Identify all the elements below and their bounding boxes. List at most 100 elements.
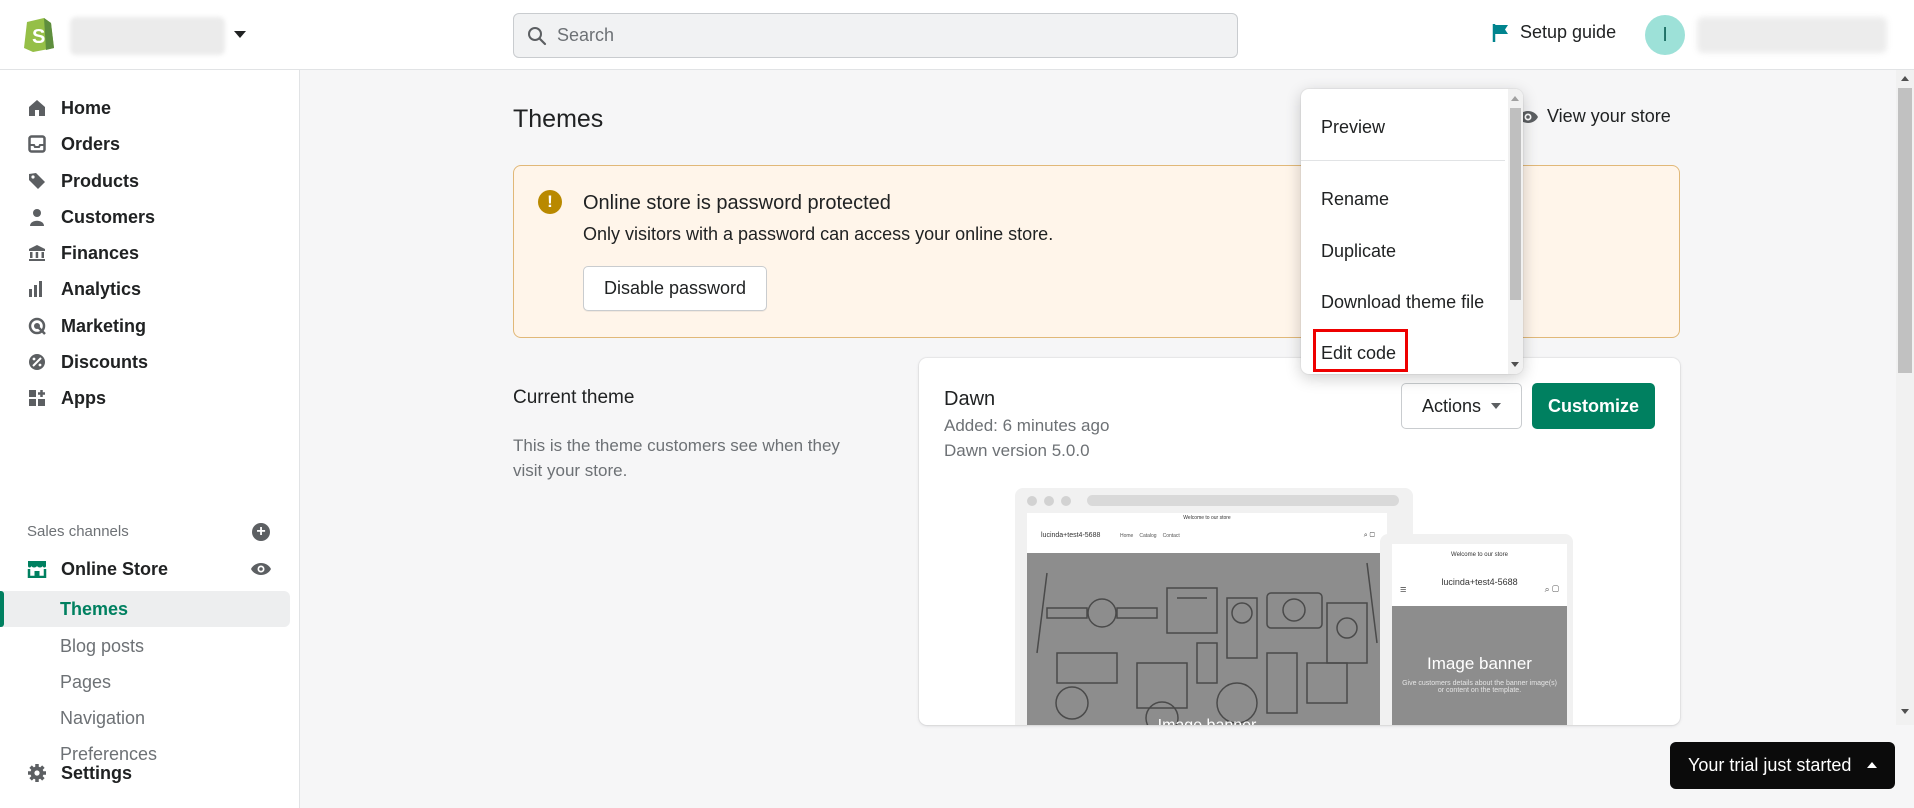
gear-icon <box>27 763 47 783</box>
menu-item-preview[interactable]: Preview <box>1321 117 1385 138</box>
scroll-down-arrow-icon[interactable] <box>1511 362 1519 367</box>
menu-item-rename[interactable]: Rename <box>1321 189 1389 210</box>
scroll-up-arrow-icon[interactable] <box>1901 76 1909 81</box>
sidebar-item-blog-posts[interactable]: Blog posts <box>60 631 144 661</box>
sidebar-item-label: Discounts <box>61 351 149 372</box>
setup-guide-link[interactable]: Setup guide <box>1492 22 1616 43</box>
hamburger-menu-icon: ≡ <box>1400 584 1407 596</box>
discount-icon <box>27 352 47 372</box>
theme-version: Dawn version 5.0.0 <box>944 441 1090 460</box>
theme-name: Dawn <box>944 388 996 410</box>
preview-store-name: lucinda+test4-5688 <box>1041 532 1101 539</box>
sidebar-item-apps[interactable]: Apps <box>27 383 106 413</box>
banner-illustration <box>1036 562 1378 725</box>
tag-icon <box>27 171 47 191</box>
search-input[interactable] <box>557 25 1157 46</box>
sidebar-item-label: Finances <box>61 242 140 263</box>
preview-image-banner: Image banner <box>1027 553 1387 725</box>
sidebar-item-marketing[interactable]: Marketing <box>27 311 146 341</box>
actions-button[interactable]: Actions <box>1401 383 1522 429</box>
sidebar-item-label: Analytics <box>61 278 142 299</box>
browser-dots <box>1027 496 1071 506</box>
mobile-image-banner: Image banner Give customers details abou… <box>1392 606 1567 725</box>
preview-link: Catalog <box>1139 533 1157 539</box>
sidebar-item-label: Products <box>61 170 140 191</box>
sidebar-active-indicator <box>0 591 4 627</box>
sidebar-item-label: Marketing <box>61 315 147 336</box>
shopify-logo[interactable]: S <box>22 14 56 52</box>
home-icon <box>27 98 47 118</box>
store-name-redacted[interactable] <box>70 17 225 55</box>
setup-guide-label: Setup guide <box>1520 22 1617 42</box>
user-name-redacted[interactable] <box>1697 17 1887 53</box>
theme-added: Added: 6 minutes ago <box>944 416 1110 435</box>
banner-text: Only visitors with a password can access… <box>583 224 1054 244</box>
bank-icon <box>27 243 47 263</box>
svg-text:S: S <box>32 26 45 48</box>
sidebar-item-navigation[interactable]: Navigation <box>60 703 145 733</box>
menu-item-duplicate[interactable]: Duplicate <box>1321 241 1396 262</box>
sidebar-item-analytics[interactable]: Analytics <box>27 274 141 304</box>
add-sales-channel-plus-icon[interactable]: + <box>252 523 270 541</box>
page-scrollbar-thumb[interactable] <box>1898 88 1912 373</box>
image-banner-label: Image banner <box>1027 717 1387 725</box>
desktop-preview-page: Welcome to our store lucinda+test4-5688 … <box>1027 513 1387 725</box>
sidebar-item-pages[interactable]: Pages <box>60 667 111 697</box>
mobile-banner-subtext: Give customers details about the banner … <box>1402 680 1557 694</box>
actions-label: Actions <box>1421 395 1482 416</box>
mobile-announcement: Welcome to our store <box>1451 552 1508 558</box>
sidebar-item-customers[interactable]: Customers <box>27 202 155 232</box>
apps-icon <box>27 388 47 408</box>
preview-announcement: Welcome to our store <box>1183 515 1231 521</box>
sidebar-item-label: Apps <box>61 387 106 408</box>
mobile-preview-page: Welcome to our store ≡ lucinda+test4-568… <box>1392 544 1567 725</box>
top-bar: S Setup guide I <box>0 0 1914 70</box>
chevron-down-icon <box>1491 403 1502 409</box>
mobile-preview[interactable]: Welcome to our store ≡ lucinda+test4-568… <box>1380 534 1573 725</box>
preview-nav-links: Home Catalog Contact <box>1120 533 1180 539</box>
sidebar-item-discounts[interactable]: Discounts <box>27 347 148 377</box>
preview-link: Home <box>1120 533 1134 539</box>
sidebar-item-settings[interactable]: Settings <box>27 758 132 788</box>
sidebar: Home Orders Products Customers Finances … <box>0 70 300 808</box>
scroll-up-arrow-icon[interactable] <box>1511 96 1519 101</box>
store-switcher-caret-icon[interactable] <box>234 31 246 38</box>
preview-header-icons: ⌕ ▢ <box>1363 532 1375 539</box>
menu-item-download-theme-file[interactable]: Download theme file <box>1321 292 1484 313</box>
menu-divider <box>1301 160 1505 161</box>
current-theme-description: This is the theme customers see when the… <box>513 436 840 480</box>
view-store-label: View your store <box>1547 106 1671 126</box>
sales-channels-heading: Sales channels <box>27 523 129 540</box>
trial-label: Your trial just started <box>1688 755 1852 775</box>
banner-title: Online store is password protected <box>583 192 891 214</box>
avatar[interactable]: I <box>1645 15 1685 55</box>
view-store-link[interactable]: View your store <box>1517 106 1671 127</box>
sidebar-item-online-store[interactable]: Online Store <box>27 554 168 584</box>
sidebar-item-home[interactable]: Home <box>27 93 111 123</box>
person-icon <box>27 207 47 227</box>
disable-password-button[interactable]: Disable password <box>583 266 768 311</box>
browser-url-bar <box>1087 495 1399 506</box>
current-theme-heading: Current theme <box>513 387 635 408</box>
inbox-icon <box>27 134 47 154</box>
preview-link: Contact <box>1162 533 1180 539</box>
warning-icon: ! <box>538 190 562 214</box>
scroll-down-arrow-icon[interactable] <box>1901 709 1909 714</box>
chevron-up-icon <box>1867 762 1877 768</box>
sidebar-item-themes[interactable]: Themes <box>60 594 128 624</box>
desktop-preview[interactable]: Welcome to our store lucinda+test4-5688 … <box>1015 488 1413 725</box>
mobile-banner-label: Image banner <box>1427 654 1532 673</box>
sidebar-item-label: Settings <box>61 762 133 783</box>
sidebar-item-products[interactable]: Products <box>27 166 139 196</box>
dropdown-scrollbar-thumb[interactable] <box>1510 108 1521 300</box>
trial-banner[interactable]: Your trial just started <box>1670 742 1895 789</box>
customize-button[interactable]: Customize <box>1532 383 1655 429</box>
sidebar-item-orders[interactable]: Orders <box>27 129 120 159</box>
sidebar-item-label: Orders <box>61 133 121 154</box>
sidebar-active-background <box>0 591 290 627</box>
sidebar-item-finances[interactable]: Finances <box>27 238 139 268</box>
flag-icon <box>1492 23 1508 42</box>
target-icon <box>27 316 47 336</box>
eye-icon[interactable] <box>250 561 272 582</box>
search-bar[interactable] <box>513 13 1238 58</box>
